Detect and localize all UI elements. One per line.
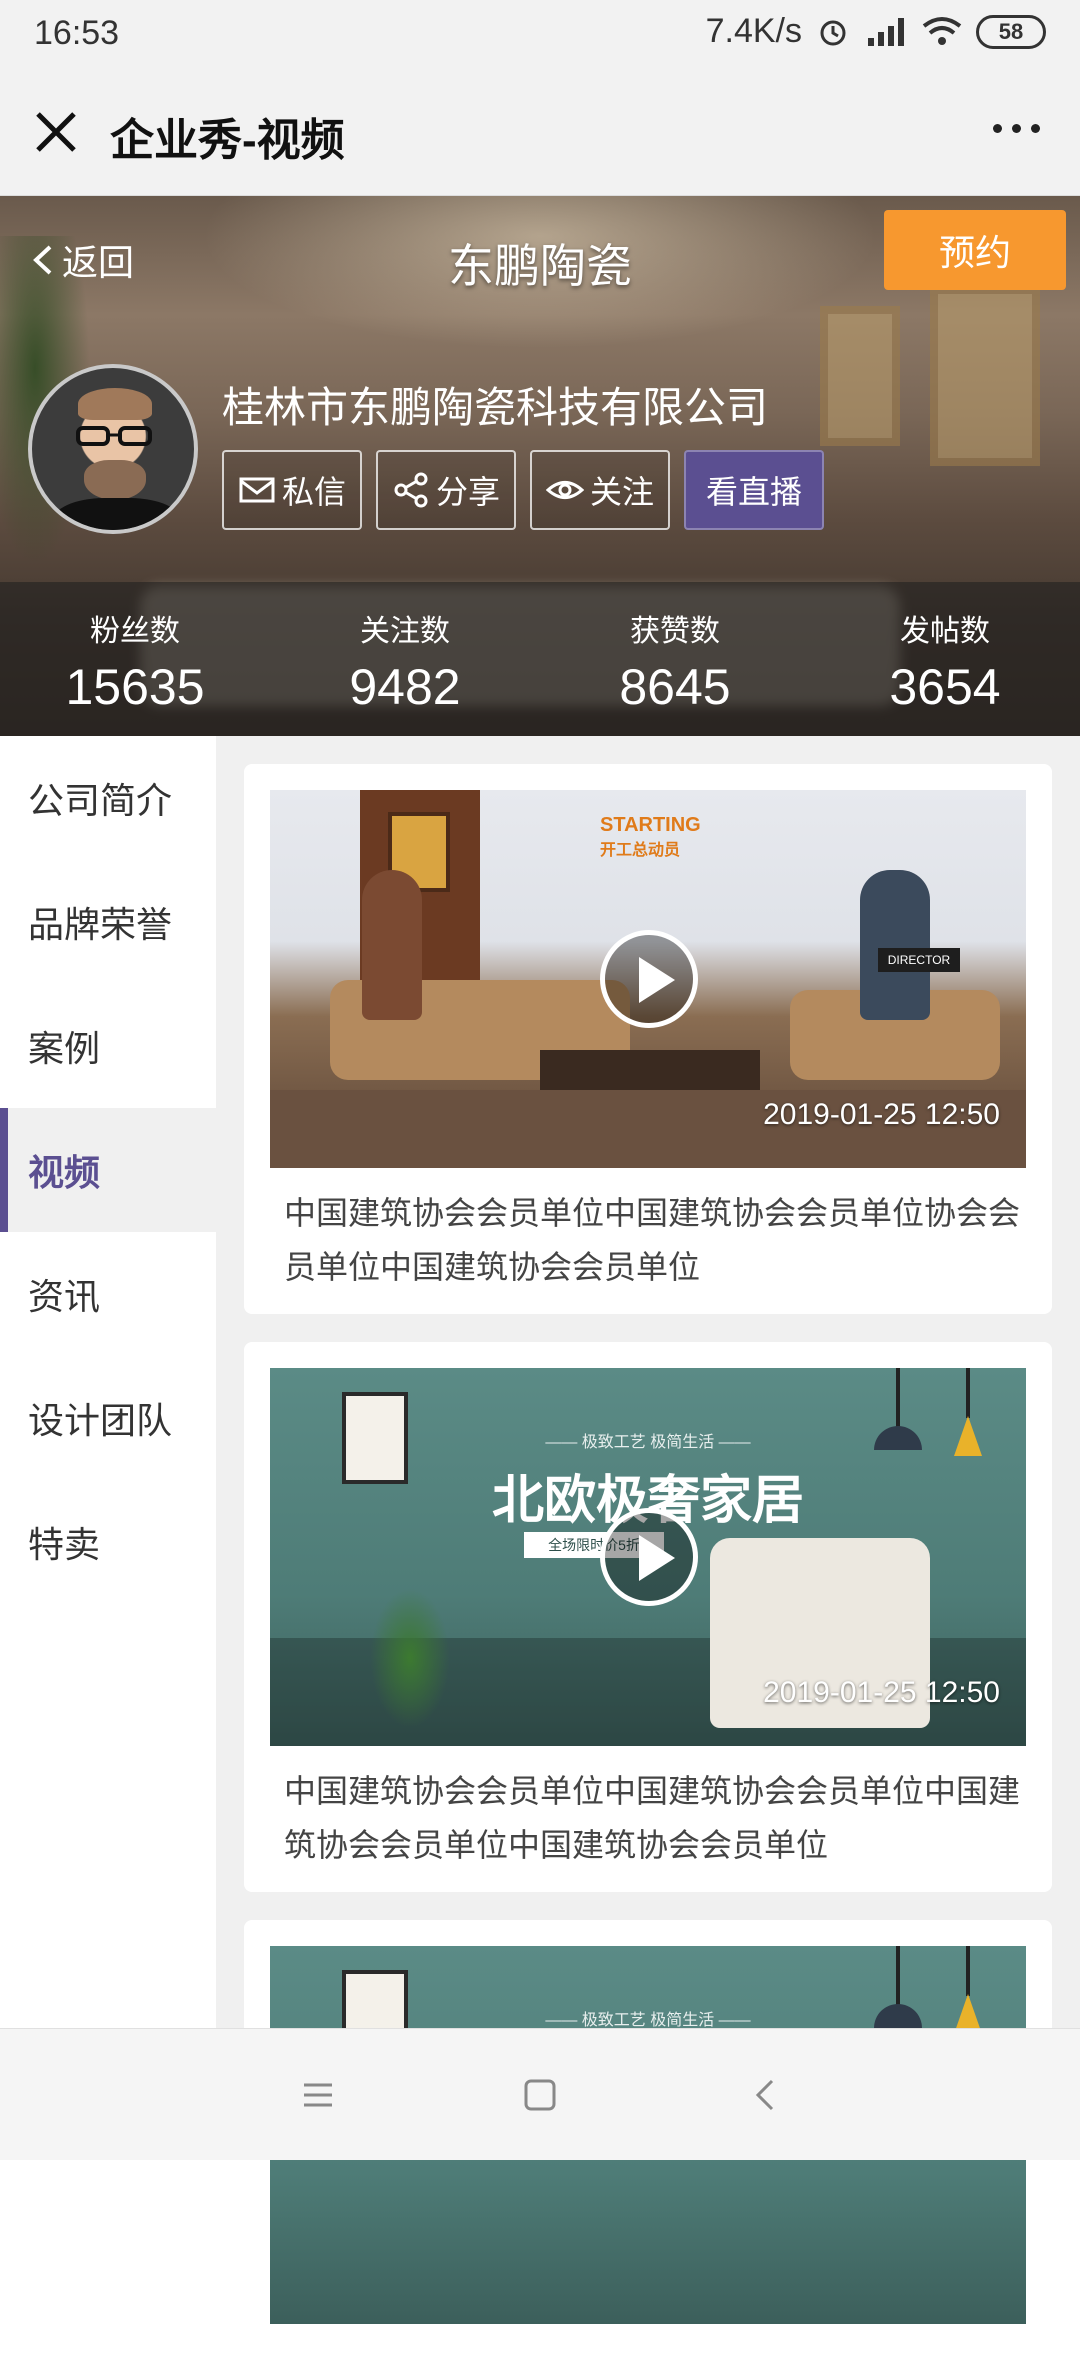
stat-label: 粉丝数	[90, 615, 180, 648]
video-description: 中国建筑协会会员单位中国建筑协会会员单位协会会员单位中国建筑协会会员单位	[284, 1195, 1021, 1285]
scene-lamp-cord	[966, 1368, 970, 1418]
battery-indicator: 58	[976, 14, 1046, 49]
main-content: 公司简介 品牌荣誉 案例 视频 资讯 设计团队 特卖 STARTING 开工总动…	[0, 736, 1080, 2344]
video-thumbnail[interactable]: —— 极致工艺 极简生活 —— 北欧极奢家居 全场限时价5折 2019-01-2…	[270, 1368, 1026, 1746]
thumb-subtitle: —— 极致工艺 极简生活 ——	[545, 1434, 751, 1451]
watch-live-button[interactable]: 看直播	[684, 450, 824, 530]
thumb-text: STARTING	[600, 814, 701, 836]
more-menu-icon[interactable]	[993, 124, 1040, 133]
avatar-shirt	[52, 498, 182, 530]
stat-label: 获赞数	[630, 615, 720, 648]
scene-lamp-cord	[896, 1368, 900, 1428]
stat-fans: 粉丝数 15635	[0, 606, 270, 716]
category-sidebar: 公司简介 品牌荣誉 案例 视频 资讯 设计团队 特卖	[0, 736, 216, 2028]
scene-person	[362, 870, 422, 1020]
play-icon	[639, 1535, 675, 1581]
alarm-icon	[820, 20, 846, 45]
play-icon	[639, 957, 675, 1003]
home-icon[interactable]	[520, 2075, 560, 2115]
book-button[interactable]: 预约	[884, 210, 1066, 290]
follow-label: 关注	[589, 474, 654, 510]
play-button[interactable]	[600, 1508, 698, 1606]
avatar-beard	[84, 460, 146, 500]
close-icon[interactable]	[30, 106, 82, 158]
status-right: 7.4K/s 58	[706, 12, 1046, 51]
message-label: 私信	[281, 474, 346, 510]
battery-level: 58	[998, 18, 1024, 44]
signal-icon	[868, 17, 904, 46]
avatar-glasses	[76, 426, 152, 446]
play-button[interactable]	[600, 930, 698, 1028]
eye-icon	[545, 481, 584, 499]
scene-table	[540, 1050, 760, 1090]
video-thumbnail[interactable]: STARTING 开工总动员 DIRECTOR 2019-01-25 12:50	[270, 790, 1026, 1168]
stat-label: 发帖数	[900, 615, 990, 648]
scene-person	[860, 870, 930, 1020]
share-label: 分享	[435, 474, 500, 510]
sidebar-item-news[interactable]: 资讯	[0, 1232, 216, 1356]
scene-lamp-cord	[966, 1946, 970, 1996]
back-nav-icon[interactable]	[746, 2075, 786, 2115]
stat-value: 3654	[889, 659, 1001, 715]
sidebar-item-design-team[interactable]: 设计团队	[0, 1356, 216, 1480]
thumb-subtitle: —— 极致工艺 极简生活 ——	[545, 2012, 751, 2029]
company-stats: 粉丝数 15635 关注数 9482 获赞数 8645 发帖数 3654	[0, 606, 1080, 726]
sidebar-item-special-sale[interactable]: 特卖	[0, 1480, 216, 1604]
stat-likes: 获赞数 8645	[540, 606, 810, 716]
video-timestamp: 2019-01-25 12:50	[763, 1676, 1000, 1709]
title-bar: 企业秀-视频	[0, 68, 1080, 196]
sidebar-item-brand-honors[interactable]: 品牌荣誉	[0, 860, 216, 984]
mail-icon	[239, 477, 275, 503]
scene-plant	[370, 1588, 450, 1728]
video-card[interactable]: —— 极致工艺 极简生活 —— 北欧极奢家居 全场限时价5折 2019-01-2…	[244, 1342, 1052, 1892]
share-icon	[394, 472, 428, 508]
watch-live-label: 看直播	[705, 474, 802, 510]
stat-following: 关注数 9482	[270, 606, 540, 716]
sidebar-item-company-intro[interactable]: 公司简介	[0, 736, 216, 860]
stat-value: 8645	[619, 659, 731, 715]
avatar[interactable]	[28, 364, 198, 534]
sidebar-item-videos[interactable]: 视频	[0, 1108, 216, 1232]
stat-posts: 发帖数 3654	[810, 606, 1080, 716]
scene-lamp-cord	[896, 1946, 900, 2006]
status-bar: 16:53 7.4K/s 58	[0, 0, 1080, 68]
stat-value: 15635	[65, 659, 205, 715]
video-description: 中国建筑协会会员单位中国建筑协会会员单位中国建筑协会会员单位中国建筑协会会员单位	[284, 1773, 1021, 1863]
stat-label: 关注数	[360, 615, 450, 648]
status-time: 16:53	[34, 14, 120, 52]
avatar-hair	[78, 388, 152, 420]
message-button[interactable]: 私信	[222, 450, 362, 530]
wifi-icon	[922, 16, 962, 45]
video-timestamp: 2019-01-25 12:50	[763, 1098, 1000, 1131]
menu-icon[interactable]	[298, 2075, 338, 2115]
hero-frame-decoration	[820, 306, 900, 446]
sidebar-item-cases[interactable]: 案例	[0, 984, 216, 1108]
follow-button[interactable]: 关注	[530, 450, 670, 530]
profile-actions: 私信 分享 关注 看直播	[222, 450, 824, 530]
thumb-text: 开工总动员	[600, 842, 681, 859]
network-speed: 7.4K/s	[705, 12, 802, 50]
company-name: 桂林市东鹏陶瓷科技有限公司	[222, 384, 769, 431]
page-title: 企业秀-视频	[110, 116, 345, 165]
thumb-tag: DIRECTOR	[878, 948, 960, 972]
video-card[interactable]: STARTING 开工总动员 DIRECTOR 2019-01-25 12:50…	[244, 764, 1052, 1314]
share-button[interactable]: 分享	[376, 450, 516, 530]
company-hero: 返回 东鹏陶瓷 预约 桂林市东鹏陶瓷科技有限公司 私信 分享 关注 看直播 粉丝…	[0, 196, 1080, 736]
hero-frame-decoration	[930, 286, 1040, 466]
system-nav-bar	[0, 2028, 1080, 2160]
stat-value: 9482	[349, 659, 461, 715]
